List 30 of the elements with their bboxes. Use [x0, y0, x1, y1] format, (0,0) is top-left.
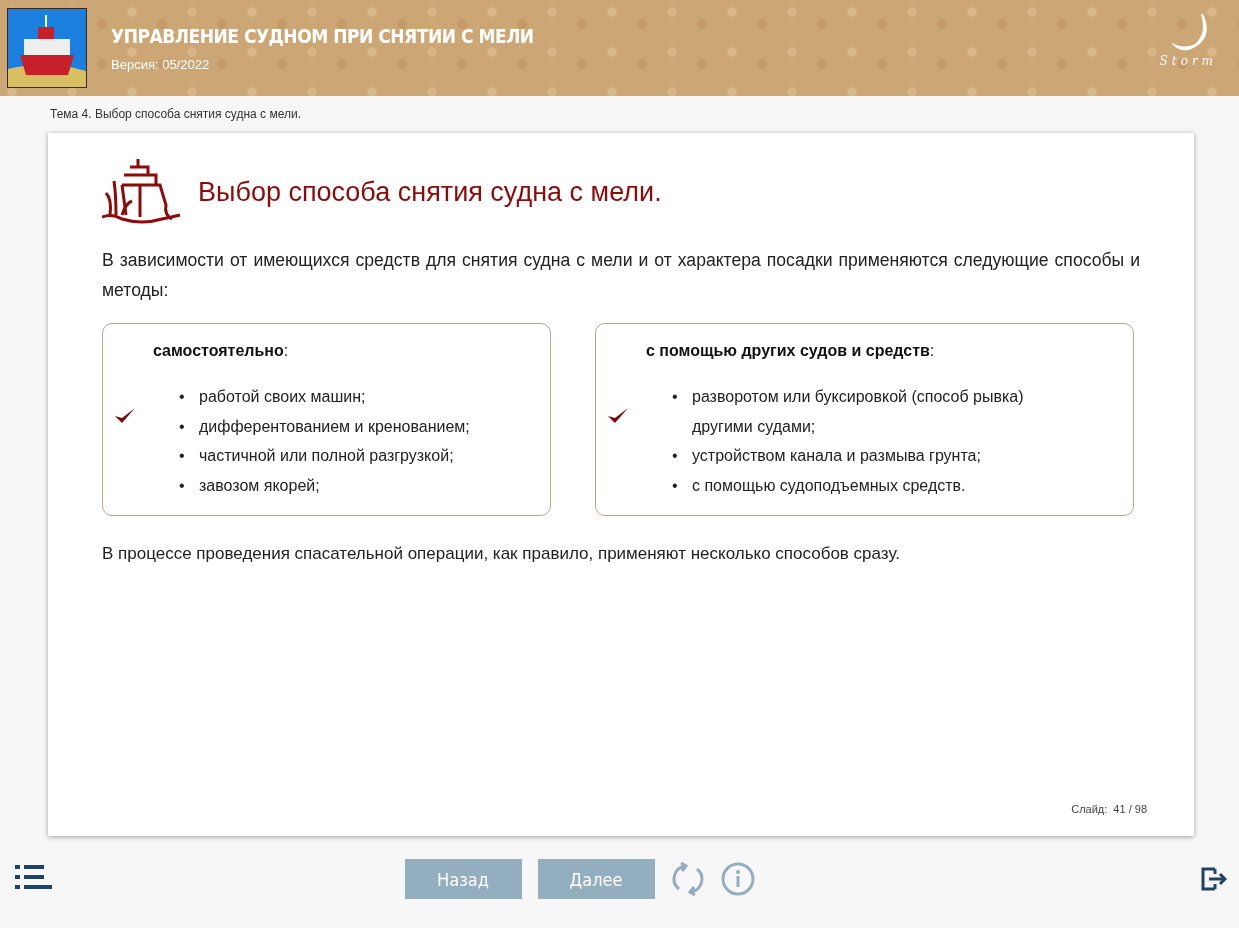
bullet-mark: •: [672, 446, 679, 466]
panel-heading: самостоятельно:: [153, 342, 290, 360]
ship-icon: [7, 8, 87, 88]
bullet-mark: •: [672, 475, 679, 496]
bullet-mark: •: [179, 387, 186, 407]
bullet-mark: •: [672, 387, 679, 407]
exit-icon[interactable]: [1201, 866, 1227, 892]
slide-label: Слайд:: [1071, 803, 1108, 815]
method-item: работой своих машин;: [199, 387, 366, 407]
version-label: Версия: 05/2022: [111, 56, 211, 72]
method-item: устройством канала и размыва грунта;: [692, 446, 981, 466]
conclusion-text: В процессе проведения спасательной операции, как правило, применяют несколько способов сразу.: [102, 544, 901, 564]
course-title: УПРАВЛЕНИЕ СУДНОМ ПРИ СНЯТИИ С МЕЛИ: [111, 24, 534, 47]
panel-heading: с помощью других судов и средств:: [646, 342, 936, 360]
menu-icon[interactable]: [15, 865, 52, 891]
next-button[interactable]: Далее: [537, 859, 655, 899]
bullet-mark: •: [179, 446, 186, 466]
bullet-mark: •: [179, 416, 186, 437]
method-item: с помощью судоподъемных средств.: [692, 475, 966, 496]
slide-counter: 41 / 98: [1113, 803, 1147, 815]
logo-text: Storm: [1159, 54, 1217, 68]
back-button[interactable]: Назад: [404, 859, 522, 899]
breadcrumb: Тема 4. Выбор способа снятия судна с мели.: [50, 107, 302, 121]
intro-paragraph: В зависимости от имеющихся средств для снятия судна с мели и от характера посадки применяются следующие способы и методы:: [102, 249, 1140, 302]
slide-title: Выбор способа снятия судна с мели.: [198, 176, 662, 208]
bullet-mark: •: [179, 475, 186, 496]
method-item: дифферентованием и кренованием;: [199, 416, 470, 437]
method-item: завозом якорей;: [199, 475, 320, 496]
method-item: частичной или полной разгрузкой;: [199, 446, 454, 466]
method-item: разворотом или буксировкой (способ рывка) другими судами;: [692, 387, 1025, 437]
